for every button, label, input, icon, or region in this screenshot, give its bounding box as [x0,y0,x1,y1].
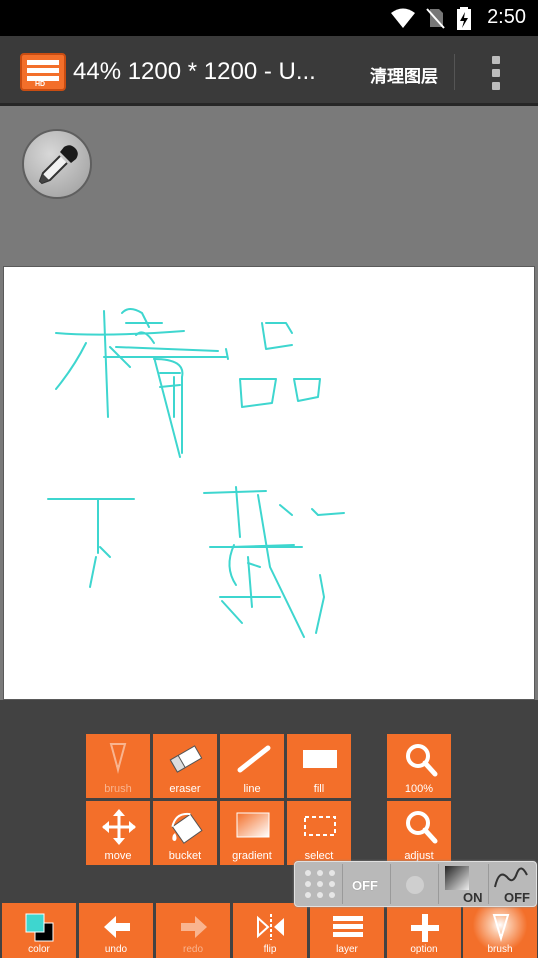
eyedropper-button[interactable] [22,129,92,199]
tool-label: 100% [404,783,434,795]
tool-label: move [104,850,132,862]
stabilizer-curve-icon [494,867,528,888]
wifi-icon [391,8,415,28]
fill-rect-icon [303,750,337,768]
color-swatch-icon [25,913,54,942]
undo-arrow-icon [104,916,130,938]
tool-gradient-button[interactable]: gradient [220,801,284,865]
select-icon [304,816,336,836]
redo-arrow-icon [181,916,207,938]
status-bar: 2:50 [0,0,538,36]
tool-label: eraser [169,783,201,795]
tool-label: fill [313,783,325,795]
move-icon [102,809,136,845]
canvas-strokes [47,308,345,638]
app-logo[interactable]: HD [20,53,66,91]
tool-label: bucket [168,850,202,862]
quick-toggle-panel: OFF ON OFF [294,861,537,907]
layer-stack-icon [333,916,363,937]
overflow-menu-icon[interactable] [486,56,506,90]
divider [454,54,455,90]
tool-label: line [243,783,261,795]
gradient-square-icon [445,866,469,890]
drawing-canvas[interactable] [3,266,535,700]
no-sim-icon [426,8,445,29]
layer-button[interactable]: layer [310,903,384,958]
grid-dots-toggle[interactable] [297,864,343,904]
battery-charging-icon [457,7,471,30]
color-button[interactable]: color [2,903,76,958]
bottom-label: undo [104,944,128,955]
line-icon [237,745,271,773]
brush-icon [109,743,127,774]
option-button[interactable]: option [387,903,461,958]
stabilizer-toggle[interactable]: OFF [489,864,535,905]
clear-layer-button[interactable]: 清理图层 [370,62,438,87]
gradient-icon [236,812,270,838]
undo-button[interactable]: undo [79,903,153,958]
bottom-label: color [28,944,50,955]
tool-label: gradient [232,850,272,862]
status-time: 2:50 [487,6,526,28]
snap-dot-toggle[interactable] [391,864,439,904]
bottom-label: brush [487,944,513,955]
stabilizer-state-label: OFF [504,890,530,905]
brush-icon [492,914,510,942]
snap-state-label: ON [463,890,483,905]
logo-badge: HD [35,81,46,88]
app-bar: HD 44% 1200 * 1200 - U... 清理图层 [0,36,538,106]
brush-button[interactable]: brush [463,903,537,958]
snap-state-toggle[interactable]: ON [439,864,489,905]
bottom-label: flip [263,944,277,955]
adjust-icon [406,811,438,844]
tool-bucket-button[interactable]: bucket [153,801,217,865]
flip-button[interactable]: flip [233,903,307,958]
tool-label: brush [104,783,132,795]
eraser-icon [169,745,203,773]
bottom-label: redo [182,944,203,955]
tool-line-button[interactable]: line [220,734,284,798]
bottom-label: layer [336,944,358,955]
grid-state-label: OFF [352,878,378,893]
tool-move-button[interactable]: move [86,801,150,865]
bucket-icon [171,812,203,844]
grid-dots-icon [305,870,335,898]
tool-eraser-button[interactable]: eraser [153,734,217,798]
flip-icon [257,914,284,940]
eyedropper-icon [38,145,78,185]
tool-fill-button[interactable]: fill [287,734,351,798]
tool-brush-button[interactable]: brush [86,734,150,798]
tool-select-button[interactable]: select [287,801,351,865]
bottom-label: option [410,944,438,955]
tool-zoom-button[interactable]: 100% [387,734,451,798]
document-title: 44% 1200 * 1200 - U... [73,58,316,85]
redo-button[interactable]: redo [156,903,230,958]
plus-icon [411,914,439,942]
tool-adjust-button[interactable]: adjust [387,801,451,865]
zoom-icon [406,744,438,777]
dot-icon [406,876,424,894]
grid-state-toggle[interactable]: OFF [343,864,391,904]
